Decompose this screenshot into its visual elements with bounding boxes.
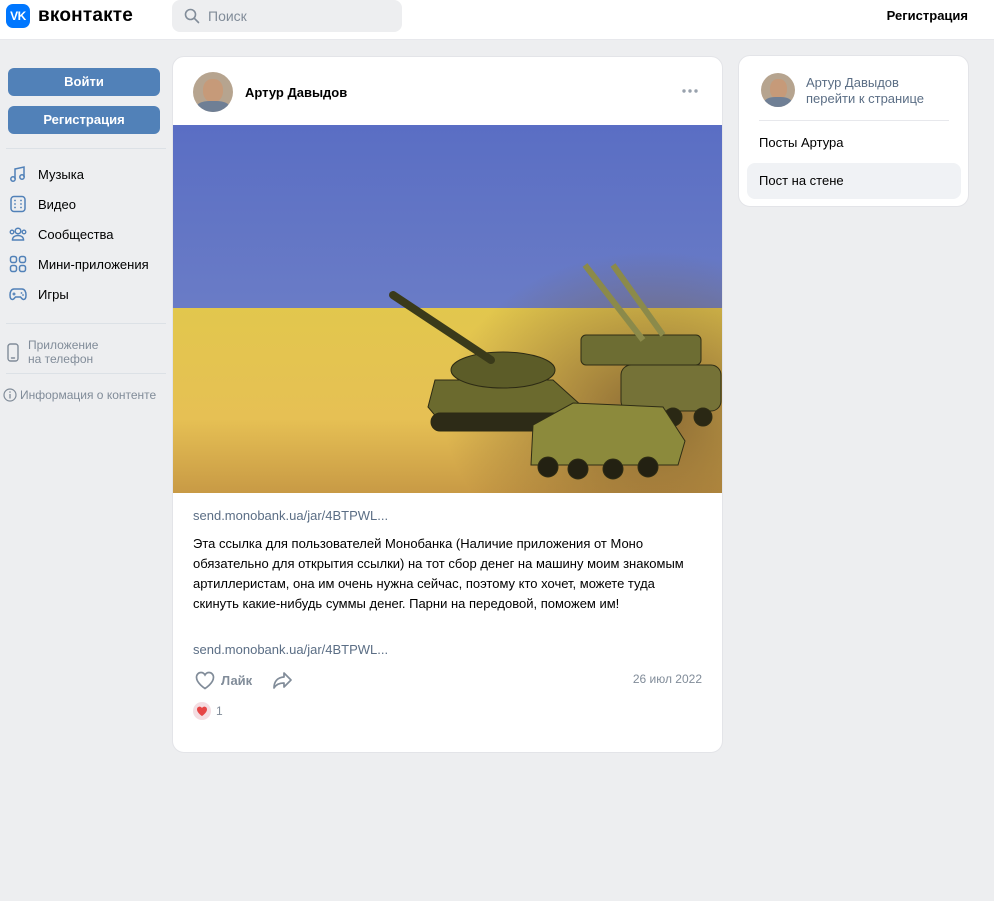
phone-icon	[7, 343, 19, 362]
sidebar-item-video[interactable]: Видео	[0, 189, 166, 219]
post-image[interactable]	[173, 125, 723, 493]
sidebar-item-music[interactable]: Музыка	[0, 159, 166, 189]
left-sidebar: Войти Регистрация Музыка Видео Сообществ…	[0, 56, 166, 402]
vk-logo-text[interactable]: вконтакте	[38, 5, 133, 27]
communities-icon	[9, 227, 27, 241]
like-label: Лайк	[221, 672, 253, 688]
wall-post: Артур Давыдов send.monobank.ua/jar/4BTPW…	[172, 56, 723, 753]
author-card: Артур Давыдов перейти к странице Посты А…	[738, 55, 969, 207]
sidebar-divider	[6, 148, 166, 149]
mobile-app-link-line2: на телефон	[28, 352, 94, 366]
sidebar-divider	[6, 323, 166, 324]
sidebar-divider	[6, 373, 166, 374]
share-icon[interactable]	[271, 668, 295, 692]
heart-outline-icon	[195, 671, 215, 690]
mobile-app-link-line1: Приложение	[28, 338, 99, 352]
sidebar-item-label: Видео	[38, 196, 76, 212]
content-info-label: Информация о контенте	[20, 388, 157, 402]
video-icon	[10, 195, 26, 213]
search-box[interactable]	[172, 0, 402, 32]
reactions-count: 1	[216, 704, 223, 718]
header-register-link[interactable]: Регистрация	[887, 8, 968, 23]
like-button[interactable]: Лайк	[193, 668, 252, 692]
top-header: VK вконтакте Регистрация	[0, 0, 994, 40]
music-icon	[10, 166, 25, 182]
author-card-divider	[759, 120, 949, 121]
author-posts-link[interactable]: Посты Артура	[747, 125, 961, 161]
post-author-name[interactable]: Артур Давыдов	[245, 85, 347, 100]
content-info-link[interactable]: Информация о контенте	[0, 388, 166, 402]
search-icon	[184, 8, 200, 24]
sidebar-item-games[interactable]: Игры	[0, 279, 166, 309]
author-card-link[interactable]: Артур Давыдов перейти к странице	[806, 75, 924, 107]
vk-logo-icon[interactable]: VK	[6, 4, 30, 28]
author-card-goto[interactable]: перейти к странице	[806, 91, 924, 107]
post-text: Эта ссылка для пользователей Монобанка (…	[193, 536, 684, 611]
avatar[interactable]	[193, 72, 233, 112]
sidebar-item-label: Сообщества	[38, 226, 114, 242]
author-card-name[interactable]: Артур Давыдов	[806, 75, 924, 91]
mobile-app-link[interactable]: Приложение на телефон	[0, 338, 166, 366]
post-date[interactable]: 26 июл 2022	[633, 672, 702, 686]
sidebar-item-communities[interactable]: Сообщества	[0, 219, 166, 249]
sidebar-item-label: Игры	[38, 286, 69, 302]
login-button[interactable]: Войти	[8, 68, 160, 96]
games-icon	[9, 288, 27, 301]
avatar[interactable]	[761, 73, 795, 107]
wall-post-link[interactable]: Пост на стене	[747, 163, 961, 199]
mini-apps-icon	[9, 255, 27, 273]
sidebar-item-label: Музыка	[38, 166, 84, 182]
sidebar-menu: Музыка Видео Сообщества Мини-приложения …	[0, 159, 166, 309]
post-link-top[interactable]: send.monobank.ua/jar/4BTPWL...	[193, 508, 388, 523]
post-header: Артур Давыдов	[173, 57, 722, 125]
vk-logo[interactable]: VK вконтакте	[6, 4, 133, 28]
search-input[interactable]	[208, 8, 398, 24]
info-icon	[3, 388, 17, 402]
sidebar-item-mini-apps[interactable]: Мини-приложения	[0, 249, 166, 279]
more-options-icon[interactable]	[680, 83, 700, 99]
post-link-bottom[interactable]: send.monobank.ua/jar/4BTPWL...	[193, 642, 388, 657]
reactions-summary[interactable]: 1	[193, 702, 223, 720]
heart-reaction-icon	[193, 702, 211, 720]
sidebar-item-label: Мини-приложения	[38, 256, 149, 272]
register-button[interactable]: Регистрация	[8, 106, 160, 134]
